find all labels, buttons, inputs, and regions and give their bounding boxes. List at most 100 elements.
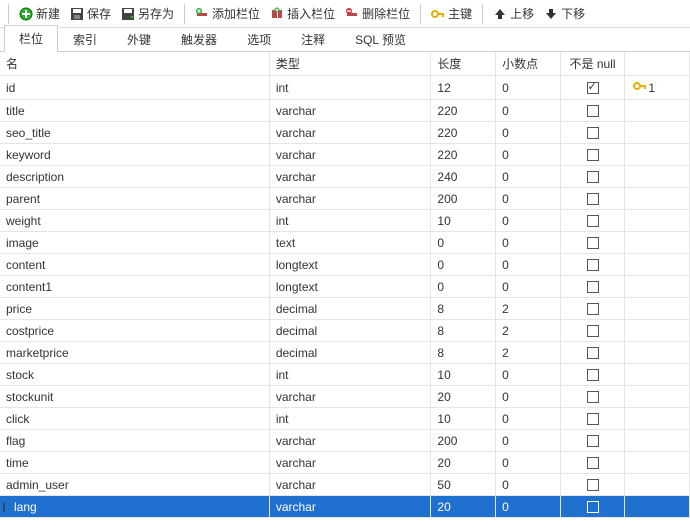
- cell-extra[interactable]: [625, 342, 690, 364]
- cell-length[interactable]: 10: [431, 210, 496, 232]
- checkbox[interactable]: [587, 149, 599, 161]
- cell-notnull[interactable]: [560, 430, 625, 452]
- cell-decimals[interactable]: 0: [496, 232, 561, 254]
- table-row[interactable]: stockunitvarchar200: [0, 386, 690, 408]
- cell-type[interactable]: varchar: [269, 430, 431, 452]
- cell-extra[interactable]: [625, 100, 690, 122]
- cell-notnull[interactable]: [560, 298, 625, 320]
- cell-length[interactable]: 0: [431, 276, 496, 298]
- table-row[interactable]: weightint100: [0, 210, 690, 232]
- cell-type[interactable]: int: [269, 210, 431, 232]
- cell-type[interactable]: decimal: [269, 320, 431, 342]
- cell-length[interactable]: 220: [431, 122, 496, 144]
- cell-name[interactable]: click: [0, 408, 269, 430]
- cell-name[interactable]: parent: [0, 188, 269, 210]
- cell-extra[interactable]: [625, 496, 690, 518]
- tab-0[interactable]: 栏位: [4, 25, 58, 52]
- cell-type[interactable]: varchar: [269, 144, 431, 166]
- cell-name[interactable]: description: [0, 166, 269, 188]
- cell-extra[interactable]: [625, 232, 690, 254]
- table-row[interactable]: parentvarchar2000: [0, 188, 690, 210]
- cell-decimals[interactable]: 2: [496, 298, 561, 320]
- table-row[interactable]: admin_uservarchar500: [0, 474, 690, 496]
- cell-notnull[interactable]: [560, 364, 625, 386]
- cell-name[interactable]: admin_user: [0, 474, 269, 496]
- tab-4[interactable]: 选项: [232, 26, 286, 52]
- cell-length[interactable]: 8: [431, 320, 496, 342]
- cell-name[interactable]: stockunit: [0, 386, 269, 408]
- cell-decimals[interactable]: 0: [496, 188, 561, 210]
- cell-extra[interactable]: [625, 276, 690, 298]
- cell-notnull[interactable]: [560, 254, 625, 276]
- cell-length[interactable]: 200: [431, 430, 496, 452]
- cell-extra[interactable]: [625, 474, 690, 496]
- cell-notnull[interactable]: [560, 232, 625, 254]
- header-name[interactable]: 名: [0, 52, 269, 76]
- checkbox[interactable]: [587, 127, 599, 139]
- header-decimals[interactable]: 小数点: [496, 52, 561, 76]
- checkbox[interactable]: [587, 105, 599, 117]
- header-length[interactable]: 长度: [431, 52, 496, 76]
- table-row[interactable]: clickint100: [0, 408, 690, 430]
- cell-notnull[interactable]: [560, 122, 625, 144]
- header-type[interactable]: 类型: [269, 52, 431, 76]
- checkbox[interactable]: [587, 391, 599, 403]
- cell-length[interactable]: 0: [431, 254, 496, 276]
- cell-notnull[interactable]: [560, 210, 625, 232]
- cell-length[interactable]: 0: [431, 232, 496, 254]
- checkbox[interactable]: [587, 303, 599, 315]
- moveup-button[interactable]: 上移: [489, 3, 538, 24]
- checkbox[interactable]: [587, 457, 599, 469]
- cell-length[interactable]: 240: [431, 166, 496, 188]
- table-row[interactable]: stockint100: [0, 364, 690, 386]
- tab-5[interactable]: 注释: [286, 26, 340, 52]
- cell-type[interactable]: varchar: [269, 166, 431, 188]
- cell-decimals[interactable]: 0: [496, 364, 561, 386]
- cell-notnull[interactable]: [560, 188, 625, 210]
- cell-notnull[interactable]: [560, 76, 625, 100]
- cell-extra[interactable]: [625, 320, 690, 342]
- cell-type[interactable]: longtext: [269, 254, 431, 276]
- movedown-button[interactable]: 下移: [540, 3, 589, 24]
- saveas-button[interactable]: 另存为: [117, 3, 178, 24]
- cell-length[interactable]: 20: [431, 452, 496, 474]
- cell-length[interactable]: 20: [431, 386, 496, 408]
- cell-type[interactable]: varchar: [269, 188, 431, 210]
- cell-name[interactable]: flag: [0, 430, 269, 452]
- table-row[interactable]: costpricedecimal82: [0, 320, 690, 342]
- cell-notnull[interactable]: [560, 386, 625, 408]
- cell-length[interactable]: 20: [431, 496, 496, 518]
- table-row[interactable]: imagetext00: [0, 232, 690, 254]
- checkbox[interactable]: [587, 325, 599, 337]
- table-row[interactable]: Ilangvarchar200: [0, 496, 690, 518]
- table-row[interactable]: marketpricedecimal82: [0, 342, 690, 364]
- cell-decimals[interactable]: 0: [496, 474, 561, 496]
- cell-notnull[interactable]: [560, 496, 625, 518]
- cell-name[interactable]: image: [0, 232, 269, 254]
- cell-notnull[interactable]: [560, 452, 625, 474]
- cell-name[interactable]: title: [0, 100, 269, 122]
- checkbox[interactable]: [587, 369, 599, 381]
- cell-notnull[interactable]: [560, 320, 625, 342]
- checkbox[interactable]: [587, 259, 599, 271]
- tab-3[interactable]: 触发器: [166, 26, 232, 52]
- cell-type[interactable]: decimal: [269, 342, 431, 364]
- checkbox[interactable]: [587, 347, 599, 359]
- cell-decimals[interactable]: 0: [496, 166, 561, 188]
- cell-name[interactable]: keyword: [0, 144, 269, 166]
- cell-decimals[interactable]: 2: [496, 320, 561, 342]
- addfield-button[interactable]: 添加栏位: [191, 3, 264, 24]
- table-row[interactable]: pricedecimal82: [0, 298, 690, 320]
- cell-decimals[interactable]: 0: [496, 408, 561, 430]
- table-row[interactable]: contentlongtext00: [0, 254, 690, 276]
- cell-decimals[interactable]: 0: [496, 452, 561, 474]
- table-row[interactable]: flagvarchar2000: [0, 430, 690, 452]
- cell-extra[interactable]: 1: [625, 76, 690, 100]
- checkbox[interactable]: [587, 479, 599, 491]
- cell-notnull[interactable]: [560, 144, 625, 166]
- cell-extra[interactable]: [625, 144, 690, 166]
- checkbox[interactable]: [587, 501, 599, 513]
- cell-name[interactable]: id: [0, 76, 269, 100]
- cell-extra[interactable]: [625, 298, 690, 320]
- checkbox[interactable]: [587, 281, 599, 293]
